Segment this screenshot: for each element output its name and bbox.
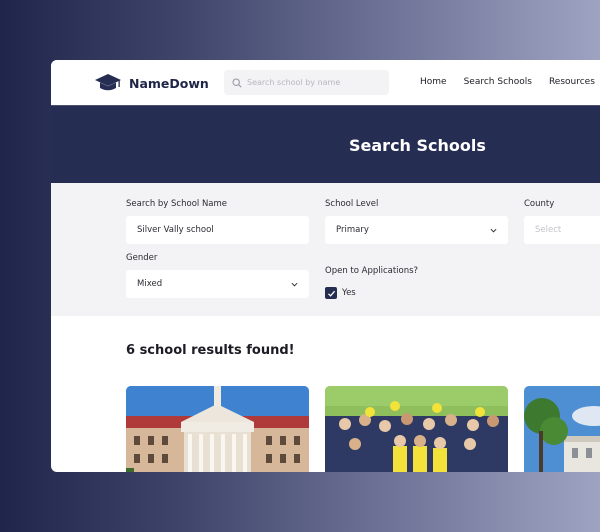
nav-home[interactable]: Home [420, 77, 447, 87]
checkmark-icon [327, 290, 335, 297]
school-name-value: Silver Vally school [137, 225, 214, 235]
hero-banner: Search Schools [51, 105, 600, 183]
page-title: Search Schools [349, 136, 486, 155]
search-bar[interactable] [224, 70, 389, 95]
school-level-label: School Level [325, 199, 379, 209]
campus-image [524, 386, 600, 472]
school-card[interactable] [126, 386, 309, 472]
chevron-down-icon [291, 282, 298, 286]
graduation-cap-icon [95, 74, 121, 91]
search-icon [232, 77, 242, 88]
county-label: County [524, 199, 555, 209]
main-nav: Home Search Schools Resources [420, 77, 600, 87]
school-building-image [126, 386, 309, 472]
open-applications-checkbox[interactable] [325, 287, 337, 299]
school-card[interactable] [524, 386, 600, 472]
top-navigation-bar: NameDown Home Search Schools Resources [51, 60, 600, 105]
nav-resources[interactable]: Resources [549, 77, 595, 87]
county-placeholder: Select [535, 225, 562, 235]
app-name: NameDown [129, 75, 209, 91]
nav-search-schools[interactable]: Search Schools [464, 77, 532, 87]
logo[interactable]: NameDown [94, 73, 209, 93]
school-name-label: Search by School Name [126, 199, 228, 209]
open-applications-label: Open to Applications? [325, 266, 419, 276]
browser-window: NameDown Home Search Schools Resources S… [51, 60, 600, 472]
gender-value: Mixed [137, 279, 163, 289]
gender-select[interactable]: Mixed [126, 270, 309, 298]
search-input[interactable] [247, 78, 377, 87]
open-applications-option: Yes [342, 288, 356, 298]
results-count: 6 school results found! [126, 343, 295, 358]
gender-label: Gender [126, 253, 158, 263]
chevron-down-icon [490, 228, 497, 232]
county-select[interactable]: Select [524, 216, 600, 244]
school-name-field[interactable]: Silver Vally school [126, 216, 309, 244]
school-card[interactable] [325, 386, 508, 472]
school-level-select[interactable]: Primary [325, 216, 508, 244]
students-group-image [325, 386, 508, 472]
school-level-value: Primary [336, 225, 369, 235]
